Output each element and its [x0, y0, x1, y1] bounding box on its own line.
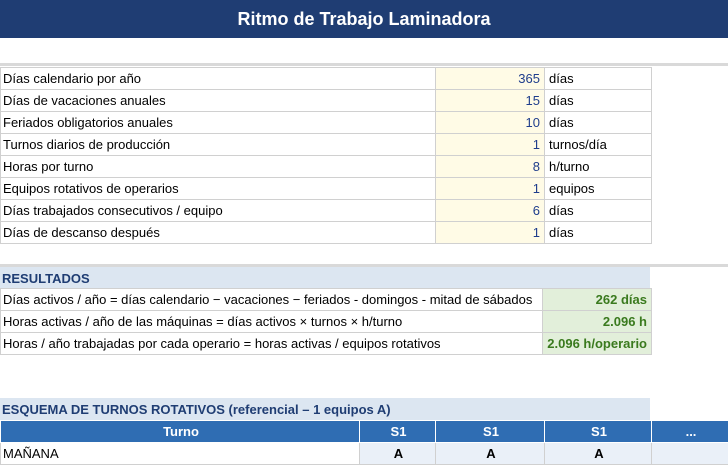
spacer-row — [0, 38, 728, 66]
input-label: Días calendario por año — [0, 67, 436, 90]
input-label: Turnos diarios de producción — [0, 133, 436, 156]
input-value-cell[interactable]: 1 — [435, 221, 545, 244]
input-label: Días trabajados consecutivos / equipo — [0, 199, 436, 222]
input-unit: h/turno — [544, 155, 652, 178]
input-unit: días — [544, 221, 652, 244]
input-row: Días de descanso después 1 días — [0, 221, 652, 244]
input-unit: días — [544, 67, 652, 90]
schema-header-cell[interactable]: S1 — [359, 420, 436, 443]
results-section-title: RESULTADOS — [0, 267, 650, 289]
input-label: Días de vacaciones anuales — [0, 89, 436, 112]
schema-section-title: ESQUEMA DE TURNOS ROTATIVOS (referencial… — [0, 398, 650, 420]
input-value-cell[interactable]: 365 — [435, 67, 545, 90]
input-label: Horas por turno — [0, 155, 436, 178]
input-label: Feriados obligatorios anuales — [0, 111, 436, 134]
input-value-cell[interactable]: 1 — [435, 177, 545, 200]
input-unit: turnos/día — [544, 133, 652, 156]
schema-turno-cell[interactable]: MAÑANA — [0, 442, 360, 465]
input-unit: días — [544, 199, 652, 222]
schema-team-cell[interactable]: A — [359, 442, 436, 465]
result-row: Días activos / año = días calendario − v… — [0, 288, 652, 311]
shift-schema-table: Turno S1 S1 S1... MAÑANA A A A — [0, 420, 728, 465]
input-unit: días — [544, 89, 652, 112]
result-row: Horas activas / año de las máquinas = dí… — [0, 310, 652, 333]
input-row: Días de vacaciones anuales 15 días — [0, 89, 652, 112]
schema-header-row: Turno S1 S1 S1... — [0, 420, 728, 443]
input-value-cell[interactable]: 6 — [435, 199, 545, 222]
divider — [0, 63, 728, 66]
input-row: Equipos rotativos de operarios 1 equipos — [0, 177, 652, 200]
result-label: Días activos / año = días calendario − v… — [0, 288, 543, 311]
input-row: Días calendario por año 365 días — [0, 67, 652, 90]
schema-header-cell[interactable]: S1 — [544, 420, 652, 443]
input-value-cell[interactable]: 8 — [435, 155, 545, 178]
input-row: Turnos diarios de producción 1 turnos/día — [0, 133, 652, 156]
schema-team-cell[interactable] — [651, 442, 728, 465]
schema-header-cell[interactable]: S1 — [435, 420, 545, 443]
input-label: Días de descanso después — [0, 221, 436, 244]
results-table: Días activos / año = días calendario − v… — [0, 288, 652, 355]
input-value-cell[interactable]: 10 — [435, 111, 545, 134]
result-row: Horas / año trabajadas por cada operario… — [0, 332, 652, 355]
input-label: Equipos rotativos de operarios — [0, 177, 436, 200]
input-row: Días trabajados consecutivos / equipo 6 dí… — [0, 199, 652, 222]
input-value-cell[interactable]: 1 — [435, 133, 545, 156]
result-label: Horas / año trabajadas por cada operario… — [0, 332, 543, 355]
input-row: Horas por turno 8 h/turno — [0, 155, 652, 178]
result-value-cell[interactable]: 262 días — [542, 288, 652, 311]
result-value-cell[interactable]: 2.096 h — [542, 310, 652, 333]
input-unit: días — [544, 111, 652, 134]
result-label: Horas activas / año de las máquinas = dí… — [0, 310, 543, 333]
schema-team-cell[interactable]: A — [435, 442, 545, 465]
page-title: Ritmo de Trabajo Laminadora — [0, 0, 728, 38]
schema-row: MAÑANA A A A — [0, 442, 728, 465]
schema-header-cell[interactable]: ... — [651, 420, 728, 443]
schema-header-cell[interactable]: Turno — [0, 420, 360, 443]
input-unit: equipos — [544, 177, 652, 200]
input-value-cell[interactable]: 15 — [435, 89, 545, 112]
schema-team-cell[interactable]: A — [544, 442, 652, 465]
input-row: Feriados obligatorios anuales 10 días — [0, 111, 652, 134]
input-parameters-table: Días calendario por año 365 días Días de va… — [0, 67, 652, 244]
result-value-cell[interactable]: 2.096 h/operario — [542, 332, 652, 355]
